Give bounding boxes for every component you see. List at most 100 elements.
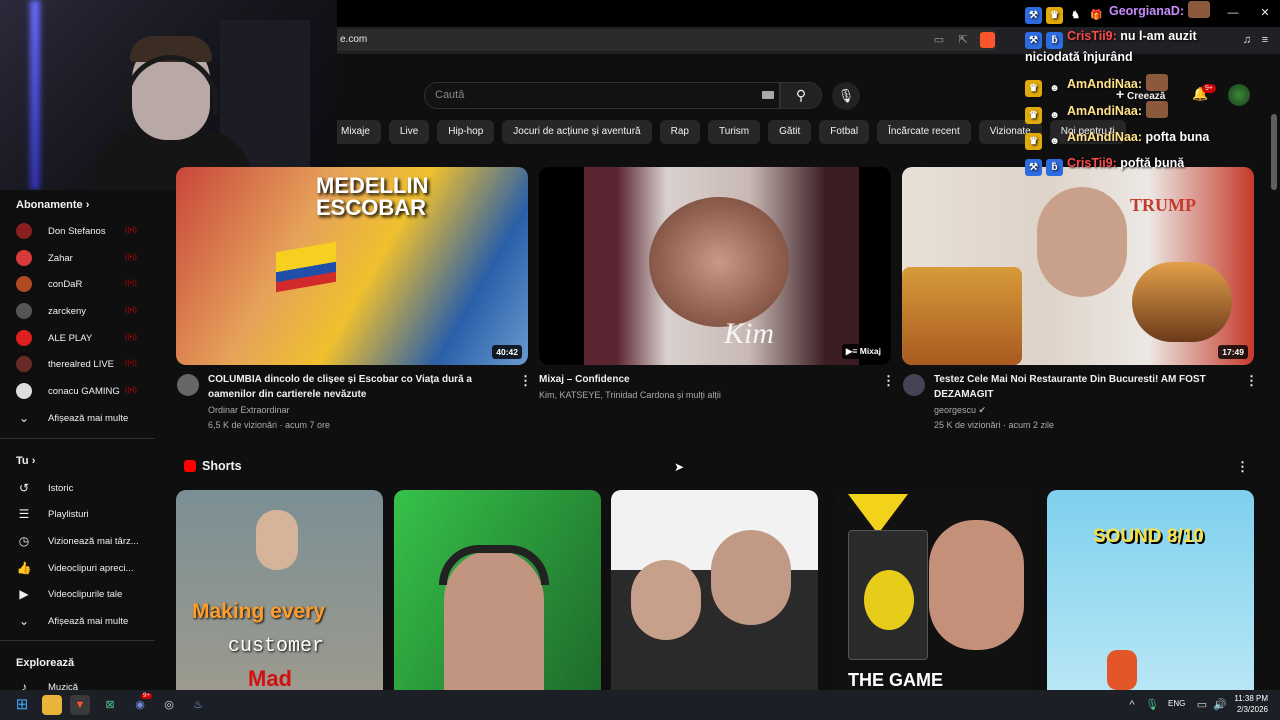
windows-start-icon[interactable]: ⊞ <box>12 695 32 715</box>
language-indicator[interactable]: ENG <box>1168 699 1185 708</box>
chat-message: ♛ ☻ AmAndiNaa: <box>1025 74 1172 97</box>
live-icon: ((•)) <box>125 360 137 367</box>
sidebar-item-history[interactable]: ↺ Istoric <box>16 478 73 498</box>
voice-search-button[interactable]: 🎙 <box>832 82 860 110</box>
warrior-badge-icon: ☻ <box>1049 136 1060 147</box>
arrow-icon <box>848 494 908 534</box>
channel-name[interactable]: georgescu ✔ <box>934 403 986 418</box>
menu-icon[interactable]: ≡ <box>1256 29 1274 51</box>
short-thumbnail[interactable]: Making every customer Mad <box>176 490 383 690</box>
video-thumbnail[interactable]: TRUMP 17:49 <box>902 167 1254 365</box>
pickaxe-badge-icon: ⚒ <box>1025 159 1042 176</box>
chat-username: AmAndiNaa: <box>1067 104 1143 118</box>
game-badge-icon: ƃ <box>1046 32 1063 49</box>
chip-turism[interactable]: Turism <box>707 120 761 144</box>
channel-avatar[interactable] <box>177 374 199 396</box>
mic-tray-icon[interactable]: 🎙 <box>1142 695 1162 715</box>
short-text: SOUND 8/10 <box>1093 526 1204 547</box>
thumbnail-text: TRUMP <box>1130 195 1196 215</box>
host-face <box>1037 187 1127 297</box>
chip-live[interactable]: Live <box>388 120 430 144</box>
video-title[interactable]: Testez Cele Mai Noi Restaurante Din Bucu… <box>934 373 1234 402</box>
chip-gatit[interactable]: Gătit <box>768 120 812 144</box>
clock[interactable]: 11:38 PM 2/3/2026 <box>1228 693 1268 715</box>
video-thumbnail[interactable]: MEDELLIN ESCOBAR 40:42 <box>176 167 528 365</box>
sidebar-item-subscription[interactable]: ALE PLAY <box>16 328 92 348</box>
more-options-icon[interactable]: ⋮ <box>1245 373 1258 389</box>
sidebar-item-subscription[interactable]: zarckeny <box>16 301 86 321</box>
channel-avatar[interactable] <box>903 374 925 396</box>
chip-actiune-aventura[interactable]: Jocuri de acțiune și aventură <box>502 120 652 144</box>
share-icon[interactable]: ⇱ <box>954 29 972 51</box>
search-input[interactable]: Caută <box>424 82 780 109</box>
sidebar-show-more-you[interactable]: ⌄ Afișează mai multe <box>16 611 128 631</box>
tray-chevron-icon[interactable]: ^ <box>1122 695 1142 715</box>
channel-avatar <box>16 250 32 266</box>
mix-badge: ▶≡ Mixaj <box>841 344 885 359</box>
video-stats: 25 K de vizionări · acum 2 zile <box>934 420 1055 430</box>
subscriptions-header[interactable]: Abonamente › <box>16 199 89 211</box>
discord-badge: 9+ <box>141 693 152 699</box>
minimize-button[interactable]: — <box>1224 2 1242 24</box>
keyboard-icon[interactable] <box>762 91 774 99</box>
chip-rap[interactable]: Rap <box>659 120 700 144</box>
chat-username: CrisTii9: <box>1067 156 1117 170</box>
video-title[interactable]: Mixaj – Confidence <box>539 373 869 388</box>
sidebar-item-subscription[interactable]: Zahar <box>16 248 73 268</box>
close-window-button[interactable]: ✕ <box>1256 2 1274 24</box>
xbox-icon[interactable]: ⊠ <box>100 695 120 715</box>
account-avatar[interactable] <box>1228 84 1250 106</box>
short-thumbnail[interactable] <box>611 490 818 690</box>
steam-icon[interactable]: ♨ <box>188 695 208 715</box>
video-title[interactable]: COLUMBIA dincolo de clișee și Escobar co… <box>208 373 508 402</box>
sidebar-item-liked-videos[interactable]: 👍 Videoclipuri apreci... <box>16 558 134 578</box>
chip-fotbal[interactable]: Fotbal <box>819 120 870 144</box>
short-thumbnail[interactable] <box>394 490 601 690</box>
sidebar-item-subscription[interactable]: conDaR <box>16 274 82 294</box>
obs-icon[interactable]: ◎ <box>159 695 179 715</box>
sidebar-item-watch-later[interactable]: ◷ Vizionează mai târz... <box>16 531 139 551</box>
more-options-icon[interactable]: ⋮ <box>882 373 895 389</box>
warrior-badge-icon: ☻ <box>1049 83 1060 94</box>
live-icon: ((•)) <box>125 254 137 261</box>
brave-shield-icon[interactable] <box>980 32 995 48</box>
chip-mixaje[interactable]: Mixaje <box>330 120 381 144</box>
cast-icon[interactable]: ▭ <box>930 29 948 51</box>
chip-hiphop[interactable]: Hip-hop <box>437 120 495 144</box>
mix-artists[interactable]: Kim, KATSEYE, Trinidad Cardona și mulți … <box>539 388 721 403</box>
video-stats: 6,5 K de vizionări · acum 7 ore <box>208 420 331 430</box>
address-bar[interactable]: e.com <box>336 29 996 51</box>
network-icon[interactable]: ▭ <box>1192 695 1212 715</box>
chip-incarcate-recent[interactable]: Încărcate recent <box>877 120 971 144</box>
media-icon[interactable]: ♫ <box>1238 29 1256 51</box>
brave-browser-icon[interactable]: ▼ <box>70 695 90 715</box>
video-thumbnail[interactable]: Kim ▶≡ Mixaj <box>539 167 891 365</box>
live-icon: ((•)) <box>125 387 137 394</box>
search-button[interactable]: ⚲ <box>780 82 822 109</box>
short-thumbnail[interactable]: SOUND 8/10 <box>1047 490 1254 690</box>
sidebar-item-your-videos[interactable]: ▶ Videoclipurile tale <box>16 584 122 604</box>
nav-label: Istoric <box>48 482 74 494</box>
more-options-icon[interactable]: ⋮ <box>519 373 532 389</box>
sidebar-item-subscription[interactable]: therealred LIVE <box>16 354 114 374</box>
sidebar-item-playlists[interactable]: ☰ Playlisturi <box>16 504 89 524</box>
channel-avatar <box>16 356 32 372</box>
chat-username: AmAndiNaa: <box>1067 130 1143 144</box>
channel-name[interactable]: Ordinar Extraordinar <box>208 403 290 418</box>
sidebar-show-more[interactable]: ⌄ Afișează mai multe <box>16 408 128 428</box>
live-icon: ((•)) <box>125 227 137 234</box>
shorts-more-icon[interactable]: ⋮ <box>1236 459 1249 475</box>
volume-icon[interactable]: 🔊 <box>1210 695 1230 715</box>
short-text: Making every <box>192 600 326 623</box>
you-header[interactable]: Tu › <box>16 455 35 467</box>
gift-badge-icon: 🎁 <box>1090 10 1103 21</box>
warrior-badge-icon: ☻ <box>1049 110 1060 121</box>
chevron-right-icon: › <box>85 199 90 211</box>
file-explorer-icon[interactable] <box>42 695 62 715</box>
playlist-icon: ▶≡ <box>845 346 860 356</box>
sidebar-item-subscription[interactable]: conacu GAMING <box>16 381 120 401</box>
short-thumbnail[interactable]: THE GAME <box>834 490 1031 690</box>
show-more-label: Afișează mai multe <box>48 615 129 627</box>
sidebar-item-subscription[interactable]: Don Stefanos <box>16 221 106 241</box>
page-scrollbar[interactable] <box>1271 114 1277 190</box>
